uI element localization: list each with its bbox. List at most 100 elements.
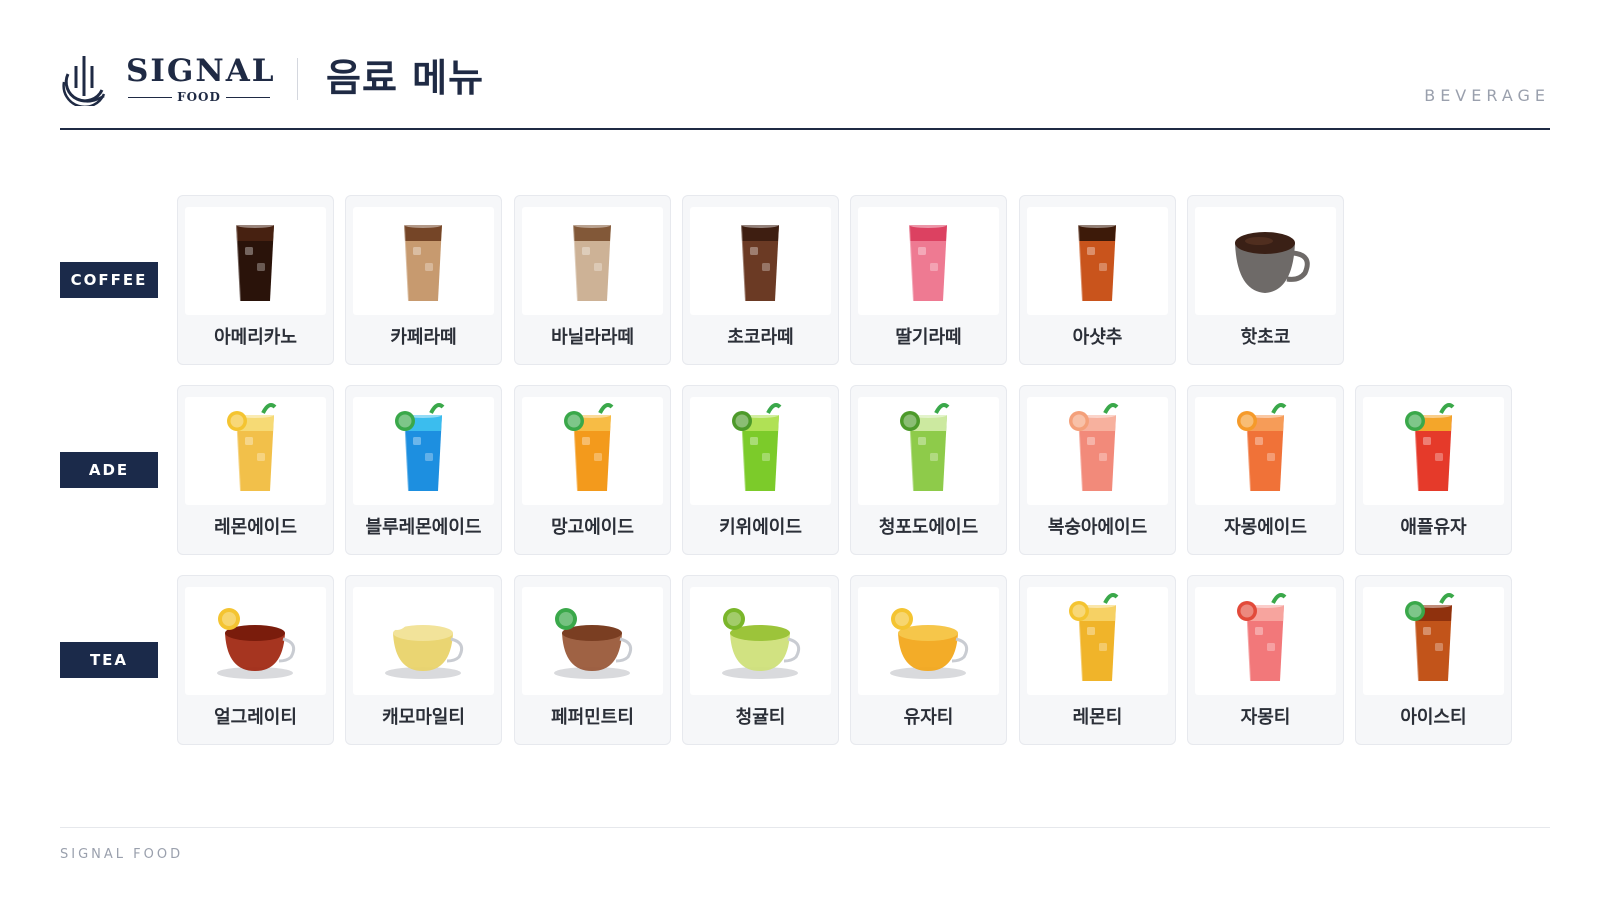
menu-item-name: 자몽에이드 [1224, 517, 1307, 538]
menu-image [353, 587, 494, 695]
hot-chocolate-icon [1235, 232, 1310, 293]
menu-item-name: 핫초코 [1240, 327, 1291, 348]
peach-iced-tea-shot-icon [1077, 222, 1116, 302]
menu-card[interactable]: 아이스티 [1355, 575, 1512, 745]
menu-item-name: 자몽티 [1240, 707, 1291, 728]
grapefruit-ade-icon [1237, 403, 1287, 492]
menu-item-name: 유자티 [903, 707, 954, 728]
menu-image [858, 587, 999, 695]
page-tag: BEVERAGE [1424, 86, 1550, 105]
menu-image [185, 207, 326, 315]
signal-logo-icon [62, 56, 106, 106]
choco-latte-icon [740, 222, 779, 302]
menu-image [690, 397, 831, 505]
menu-card[interactable]: 카페라떼 [345, 195, 502, 365]
menu-item-name: 키위에이드 [719, 517, 802, 538]
menu-item-name: 청포도에이드 [878, 517, 979, 538]
menu-card[interactable]: 청귤티 [682, 575, 839, 745]
menu-card[interactable]: 청포도에이드 [850, 385, 1007, 555]
grapefruit-tea-icon [1237, 593, 1287, 682]
menu-card[interactable]: 캐모마일티 [345, 575, 502, 745]
brand-name: SIGNAL [126, 53, 276, 89]
menu-image [1195, 207, 1336, 315]
menu-card[interactable]: 바닐라라떼 [514, 195, 671, 365]
iced-latte-icon [403, 222, 442, 302]
menu-item-name: 청귤티 [735, 707, 786, 728]
peach-ade-icon [1069, 403, 1119, 492]
iced-tea-icon [1405, 593, 1455, 682]
footer-text: SIGNAL FOOD [60, 847, 184, 862]
lemonade-icon [227, 403, 277, 492]
menu-card[interactable]: 자몽에이드 [1187, 385, 1344, 555]
menu-image [185, 397, 326, 505]
menu-card[interactable]: 복숭아에이드 [1019, 385, 1176, 555]
blue-lemonade-icon [395, 403, 445, 492]
yuja-tea-icon [890, 608, 969, 679]
menu-image [1363, 397, 1504, 505]
menu-item-name: 캐모마일티 [382, 707, 465, 728]
menu-item-name: 아이스티 [1400, 707, 1467, 728]
menu-card[interactable]: 아샷추 [1019, 195, 1176, 365]
earl-grey-tea-icon [217, 608, 296, 679]
brand-sub: FOOD [126, 89, 272, 105]
menu-item-name: 얼그레이티 [214, 707, 297, 728]
green-grape-ade-icon [900, 403, 950, 492]
menu-image [522, 587, 663, 695]
menu-item-name: 망고에이드 [551, 517, 634, 538]
mango-ade-icon [564, 403, 614, 492]
menu-card[interactable]: 얼그레이티 [177, 575, 334, 745]
category-label-ade: ADE [60, 452, 158, 488]
menu-card[interactable]: 망고에이드 [514, 385, 671, 555]
iced-lemon-tea-icon [1069, 593, 1119, 682]
menu-card[interactable]: 키위에이드 [682, 385, 839, 555]
menu-image [1363, 587, 1504, 695]
menu-card[interactable]: 아메리카노 [177, 195, 334, 365]
category-label-coffee: COFFEE [60, 262, 158, 298]
menu-image [353, 207, 494, 315]
peppermint-tea-icon [554, 608, 633, 679]
kiwi-ade-icon [732, 403, 782, 492]
menu-row-coffee: COFFEE 아메리카노 카페라떼 바닐라라떼 초코라떼 딸기라떼 아샷추 핫초코 [60, 195, 1550, 365]
strawberry-latte-icon [908, 222, 947, 302]
menu-card[interactable]: 유자티 [850, 575, 1007, 745]
menu-image [1195, 397, 1336, 505]
chamomile-tea-icon [385, 608, 464, 679]
menu-image [1195, 587, 1336, 695]
iced-americano-icon [235, 222, 274, 302]
menu-image [353, 397, 494, 505]
menu-image [690, 587, 831, 695]
menu-card[interactable]: 초코라떼 [682, 195, 839, 365]
menu-item-name: 바닐라라떼 [551, 327, 634, 348]
menu-item-name: 복숭아에이드 [1047, 517, 1148, 538]
menu-image [522, 397, 663, 505]
menu-image [690, 207, 831, 315]
menu-image [1027, 397, 1168, 505]
menu-item-name: 아메리카노 [214, 327, 297, 348]
menu-item-name: 카페라떼 [390, 327, 457, 348]
menu-card[interactable]: 딸기라떼 [850, 195, 1007, 365]
menu-card[interactable]: 레몬티 [1019, 575, 1176, 745]
apple-yuja-icon [1405, 403, 1455, 492]
menu-card[interactable]: 핫초코 [1187, 195, 1344, 365]
menu-image [858, 397, 999, 505]
menu-card[interactable]: 자몽티 [1187, 575, 1344, 745]
vanilla-latte-icon [572, 222, 611, 302]
menu-item-name: 애플유자 [1400, 517, 1467, 538]
menu-item-name: 블루레몬에이드 [365, 517, 482, 538]
menu-item-name: 레몬티 [1072, 707, 1123, 728]
menu-card[interactable]: 페퍼민트티 [514, 575, 671, 745]
header-divider [297, 58, 298, 100]
green-tangerine-tea-icon [722, 608, 801, 679]
menu-card[interactable]: 블루레몬에이드 [345, 385, 502, 555]
menu-item-name: 아샷추 [1072, 327, 1123, 348]
menu-item-name: 페퍼민트티 [551, 707, 634, 728]
menu-item-name: 딸기라떼 [895, 327, 962, 348]
category-label-tea: TEA [60, 642, 158, 678]
menu-row-tea: TEA 얼그레이티 캐모마일티 페퍼민트티 청귤티 유자티 레몬티 자몽티 아이스티 [60, 575, 1550, 745]
menu-card[interactable]: 애플유자 [1355, 385, 1512, 555]
brand: SIGNAL FOOD [126, 53, 276, 105]
menu-row-ade: ADE 레몬에이드 블루레몬에이드 망고에이드 키위에이드 청포도에이드 복숭아에이드 자몽에… [60, 385, 1550, 555]
menu-image [1027, 207, 1168, 315]
page-title: 음료 메뉴 [326, 56, 485, 100]
menu-card[interactable]: 레몬에이드 [177, 385, 334, 555]
